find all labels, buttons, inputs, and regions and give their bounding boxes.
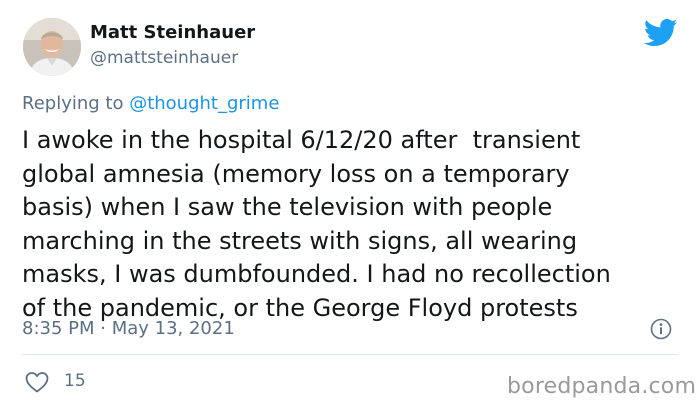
replying-to-line: Replying to @thought_grime <box>22 93 279 114</box>
info-icon[interactable] <box>650 318 672 340</box>
watermark: boredpanda.com <box>507 374 697 399</box>
tweet-card: Matt Steinhauer @mattsteinhauer Replying… <box>0 0 700 409</box>
heart-icon[interactable] <box>24 370 50 394</box>
avatar[interactable] <box>23 18 81 76</box>
avatar-photo <box>23 18 81 76</box>
tweet-timestamp[interactable]: 8:35 PM · May 13, 2021 <box>22 318 235 339</box>
replying-to-label: Replying to <box>22 93 130 114</box>
reply-mention-link[interactable]: @thought_grime <box>129 93 279 114</box>
author-name[interactable]: Matt Steinhauer <box>90 22 255 43</box>
twitter-bird-icon[interactable] <box>643 18 678 48</box>
tweet-text: I awoke in the hospital 6/12/20 after tr… <box>22 126 611 322</box>
author-handle[interactable]: @mattsteinhauer <box>90 48 238 68</box>
divider <box>22 354 678 355</box>
like-count: 15 <box>64 371 86 391</box>
